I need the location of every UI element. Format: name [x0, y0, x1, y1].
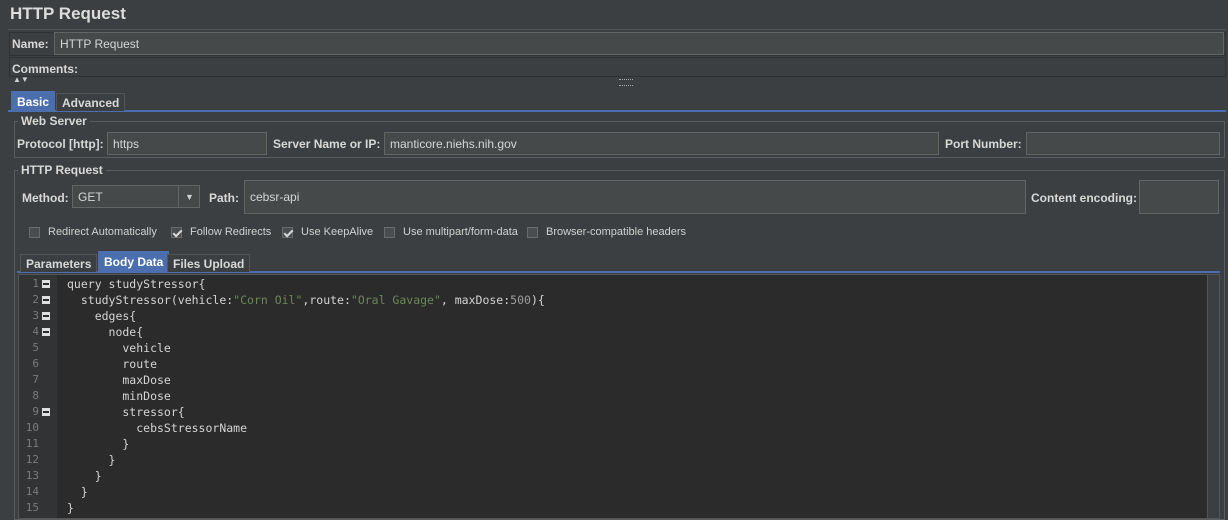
title-divider [8, 29, 1226, 30]
code-text: } [67, 469, 102, 483]
line-number: 1 [32, 277, 39, 290]
line-number: 10 [25, 421, 39, 434]
name-label: Name: [12, 37, 49, 51]
code-line: 11 } [19, 436, 1219, 452]
line-number: 4 [32, 325, 39, 338]
line-number: 15 [25, 501, 39, 514]
code-line: 7 maxDose [19, 372, 1219, 388]
fold-collapse-icon[interactable] [42, 280, 50, 288]
line-number: 11 [25, 437, 39, 450]
line-number: 12 [25, 453, 39, 466]
main-tabs-underline [8, 110, 1226, 112]
tab-body-data[interactable]: Body Data [98, 251, 170, 272]
line-number: 5 [32, 341, 39, 354]
panel-title: HTTP Request [10, 4, 126, 23]
code-text: route [67, 357, 158, 371]
body-data-editor[interactable]: 1 query studyStressor{2 studyStressor(veh… [18, 274, 1220, 519]
path-label: Path: [209, 191, 239, 205]
code-text: cebsStressorName [67, 421, 248, 435]
protocol-label: Protocol [http]: [17, 137, 104, 151]
code-text: } [67, 437, 130, 451]
chevron-down-icon[interactable]: ▼ [178, 186, 200, 207]
path-field[interactable]: cebsr-api [244, 180, 1026, 214]
code-line: 2 studyStressor(vehicle:"Corn Oil",route… [19, 292, 1219, 308]
checkbox-label: Follow Redirects [190, 226, 272, 238]
code-line: 14 } [19, 484, 1219, 500]
tab-basic[interactable]: Basic [11, 91, 56, 111]
code-text: stressor{ [67, 405, 185, 419]
line-number: 8 [32, 389, 39, 402]
name-field[interactable]: HTTP Request [54, 32, 1224, 55]
code-text: maxDose [67, 373, 171, 387]
checkbox-follow-redirects[interactable]: Follow Redirects [171, 226, 271, 238]
port-field[interactable] [1026, 132, 1220, 155]
tab-parameters[interactable]: Parameters [20, 254, 98, 272]
code-text: vehicle [67, 341, 171, 355]
code-text: } [67, 453, 116, 467]
code-text: studyStressor(vehicle:"Corn Oil",route:"… [67, 293, 545, 307]
checkbox-use-keepalive[interactable]: Use KeepAlive [282, 226, 373, 238]
http-request-title: HTTP Request [18, 163, 106, 177]
checkbox-label: Use KeepAlive [301, 226, 374, 238]
code-text: } [67, 501, 74, 515]
line-number: 9 [32, 405, 39, 418]
checkbox-box[interactable] [171, 226, 182, 238]
comments-row [9, 57, 1226, 77]
checkbox-box[interactable] [384, 226, 395, 238]
method-value: GET [78, 189, 103, 204]
code-line: 15} [19, 500, 1219, 516]
code-line: 13 } [19, 468, 1219, 484]
line-number: 6 [32, 357, 39, 370]
code-line: 4 node{ [19, 324, 1219, 340]
fold-collapse-icon[interactable] [42, 408, 50, 416]
line-number: 3 [32, 309, 39, 322]
method-label: Method: [22, 191, 69, 205]
code-line: 3 edges{ [19, 308, 1219, 324]
checkbox-label: Browser-compatible headers [546, 226, 687, 238]
web-server-title: Web Server [18, 114, 90, 128]
line-number: 2 [32, 293, 39, 306]
splitter-grip-icon[interactable] [619, 79, 633, 86]
tab-advanced[interactable]: Advanced [56, 93, 126, 111]
port-label: Port Number: [945, 137, 1022, 151]
code-text: query studyStressor{ [67, 277, 206, 291]
tab-files-upload[interactable]: Files Upload [167, 254, 251, 272]
fold-collapse-icon[interactable] [42, 296, 50, 304]
code-text: node{ [67, 325, 144, 339]
code-line: 10 cebsStressorName [19, 420, 1219, 436]
code-text: minDose [67, 389, 171, 403]
line-number: 14 [25, 485, 39, 498]
checkbox-redirect-automatically[interactable]: Redirect Automatically [29, 226, 157, 238]
checkbox-use-multipart[interactable]: Use multipart/form-data [384, 226, 518, 238]
server-field[interactable]: manticore.niehs.nih.gov [384, 132, 939, 155]
code-line: 8 minDose [19, 388, 1219, 404]
code-text: edges{ [67, 309, 137, 323]
checkbox-box[interactable] [29, 226, 40, 238]
line-number: 7 [32, 373, 39, 386]
fold-collapse-icon[interactable] [42, 328, 50, 336]
checkbox-label: Use multipart/form-data [403, 226, 518, 238]
checkbox-box[interactable] [282, 226, 293, 238]
line-number: 13 [25, 469, 39, 482]
checkbox-browser-compatible-headers[interactable]: Browser-compatible headers [527, 226, 686, 238]
code-line: 9 stressor{ [19, 404, 1219, 420]
code-text: } [67, 485, 88, 499]
fold-collapse-icon[interactable] [42, 312, 50, 320]
code-line: 12 } [19, 452, 1219, 468]
code-line: 5 vehicle [19, 340, 1219, 356]
comments-label: Comments: [12, 62, 79, 76]
protocol-field[interactable]: https [107, 132, 267, 155]
encoding-label: Content encoding: [1031, 191, 1137, 205]
code-line: 6 route [19, 356, 1219, 372]
checkbox-box[interactable] [527, 226, 538, 238]
server-label: Server Name or IP: [273, 137, 381, 151]
vertical-scrollbar[interactable] [1207, 275, 1219, 518]
encoding-field[interactable] [1139, 180, 1219, 214]
collapse-arrows-icon[interactable]: ▲▼ [13, 76, 29, 84]
code-line: 1 query studyStressor{ [19, 276, 1219, 292]
checkbox-label: Redirect Automatically [48, 226, 157, 238]
